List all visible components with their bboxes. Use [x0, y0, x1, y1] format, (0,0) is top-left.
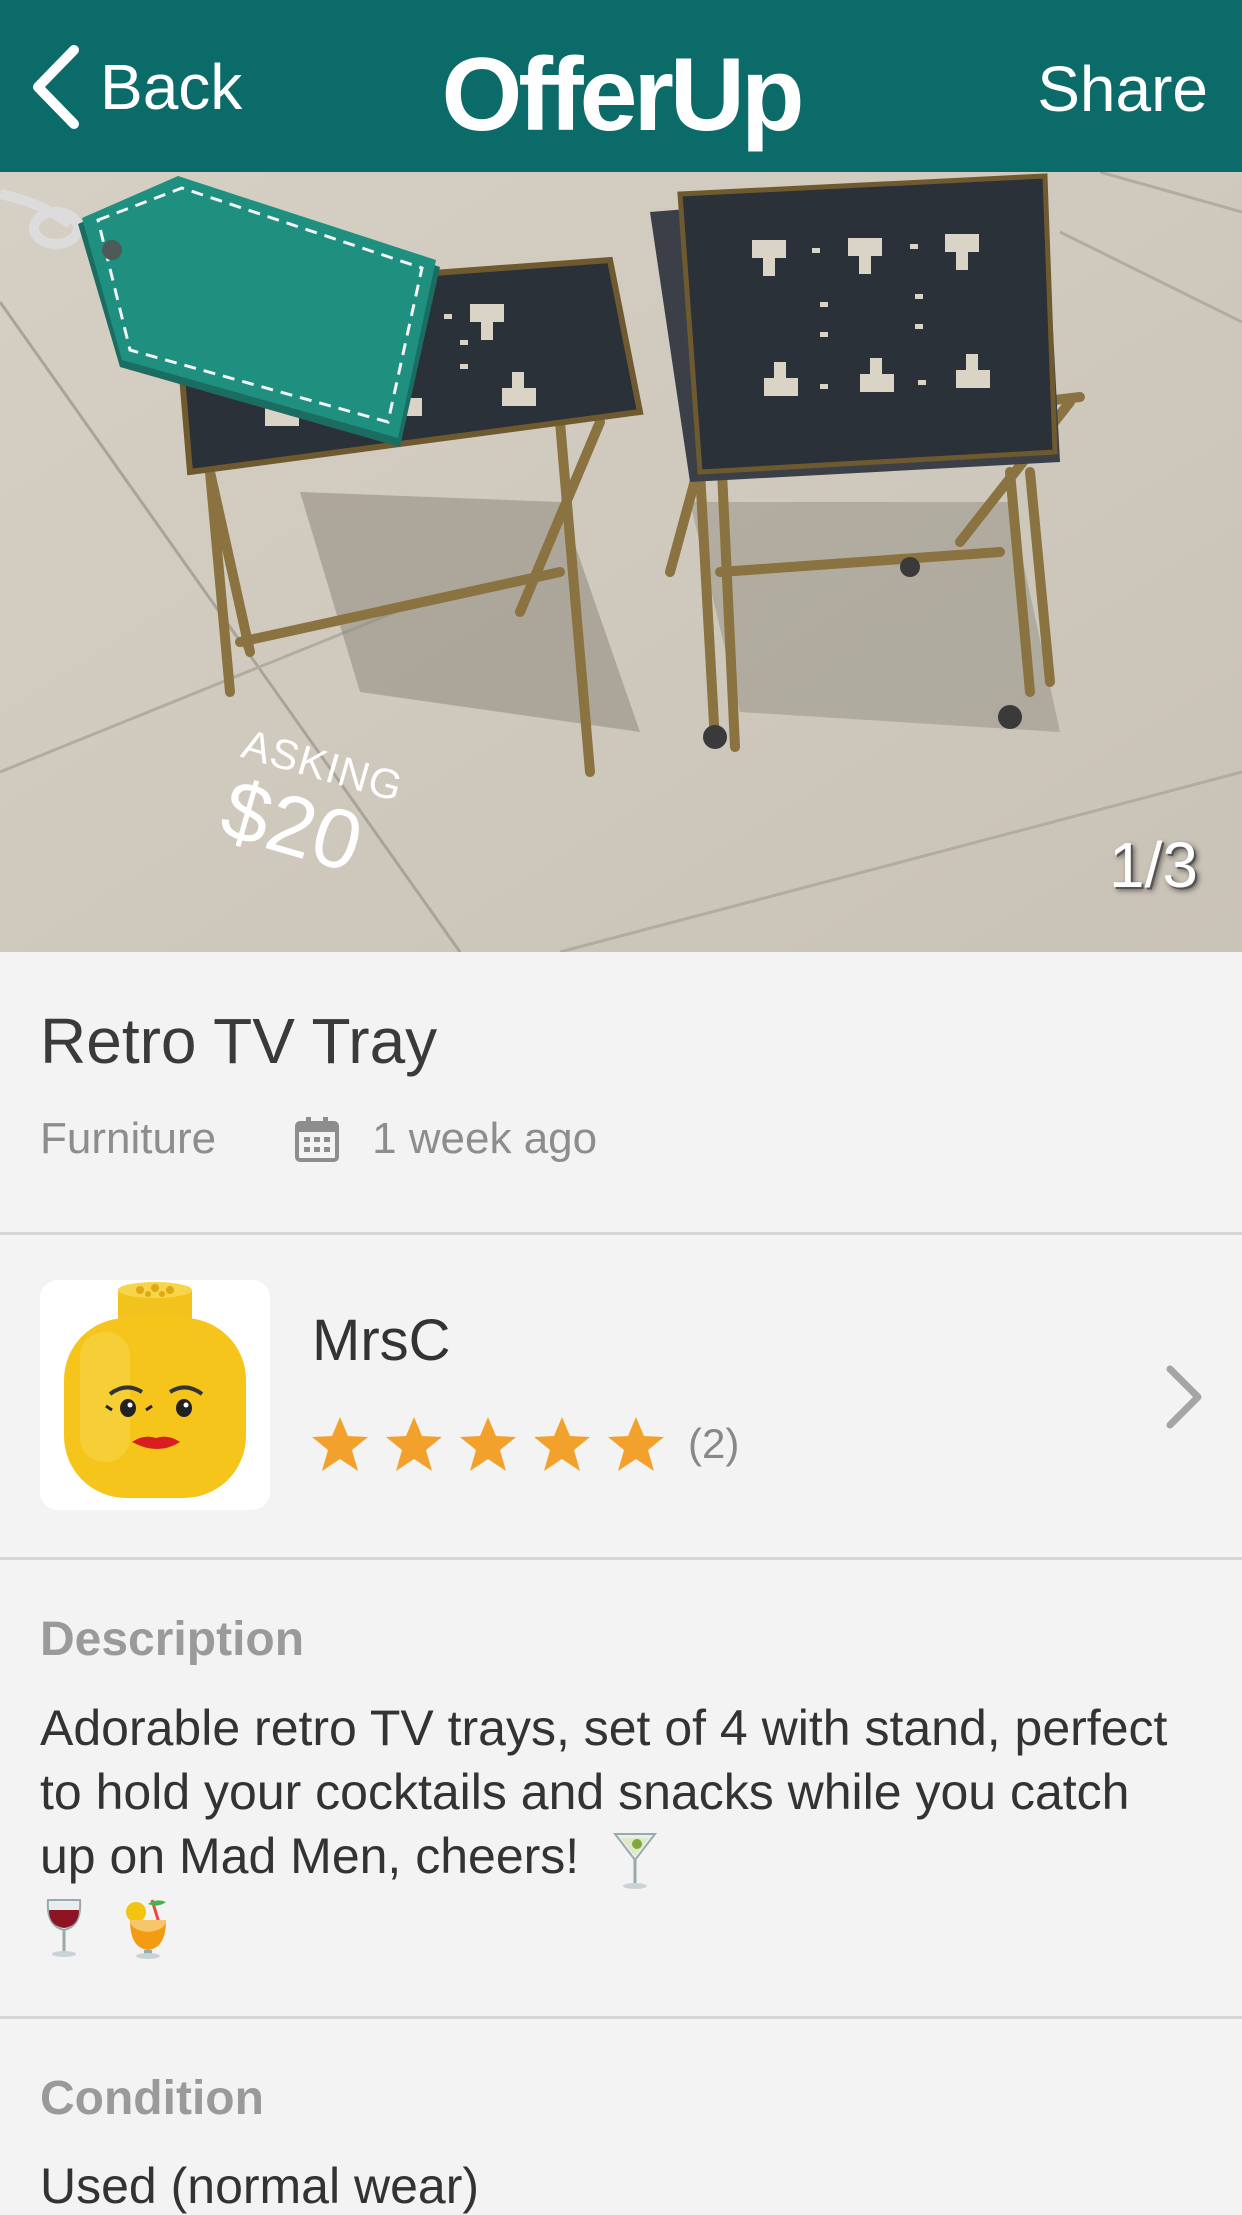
back-label: Back — [100, 51, 243, 123]
share-button[interactable]: Share — [1037, 52, 1208, 126]
nav-bar: Back OfferUp Share — [0, 0, 1242, 172]
chevron-right-icon — [1166, 1365, 1202, 1429]
item-posted-time: 1 week ago — [372, 1114, 598, 1163]
item-title: Retro TV Tray — [40, 1005, 438, 1077]
condition-section: Condition Used (normal wear) — [0, 2019, 1242, 2214]
condition-label: Condition — [40, 2072, 264, 2125]
seller-rating: (2) — [310, 1415, 739, 1473]
seller-name: MrsC — [312, 1308, 451, 1373]
item-meta: Furniture 1 week ago — [40, 1114, 597, 1164]
price-tag-icon — [0, 176, 440, 447]
tropical-drink-icon — [125, 1899, 166, 1959]
star-icon — [608, 1417, 664, 1471]
item-header: Retro TV Tray Furniture 1 week ago — [0, 952, 1242, 1235]
description-label: Description — [40, 1613, 305, 1666]
seller-avatar[interactable] — [40, 1280, 270, 1510]
lego-head-avatar-icon — [64, 1282, 246, 1498]
wine-glass-icon — [46, 1898, 82, 1957]
back-button[interactable]: Back — [30, 42, 242, 132]
rating-count: (2) — [688, 1420, 740, 1467]
seller-row[interactable]: MrsC (2) — [0, 1235, 1242, 1560]
calendar-icon — [295, 1117, 340, 1162]
item-category: Furniture — [40, 1114, 217, 1163]
star-icon — [460, 1417, 516, 1471]
condition-value: Used (normal wear) — [40, 2158, 480, 2214]
description-text: Adorable retro TV trays, set of 4 with s… — [40, 1696, 1180, 1960]
star-icon — [312, 1417, 368, 1471]
item-photo[interactable]: ASKING $20 1/3 — [0, 172, 1242, 952]
star-icon — [534, 1417, 590, 1471]
description-body: Adorable retro TV trays, set of 4 with s… — [40, 1700, 1168, 1884]
chevron-left-icon — [33, 45, 79, 129]
star-icon — [386, 1417, 442, 1471]
cocktail-glass-icon — [613, 1832, 658, 1889]
description-section: Description Adorable retro TV trays, set… — [0, 1560, 1242, 2019]
photo-counter: 1/3 — [1109, 829, 1198, 901]
